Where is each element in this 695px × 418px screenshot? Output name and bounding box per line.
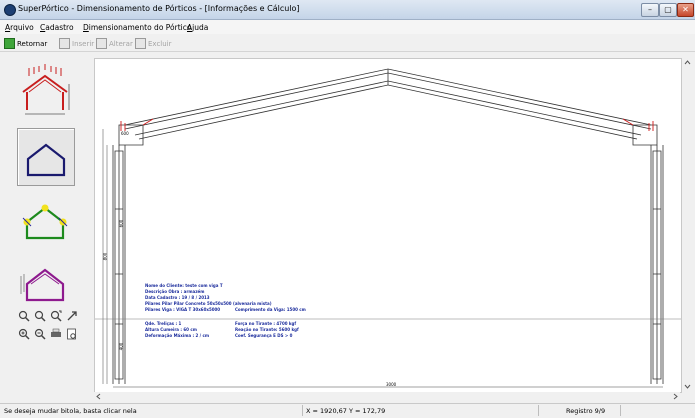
print-preview-icon[interactable] [66, 328, 78, 340]
retornar-button[interactable]: Retornar [4, 38, 47, 49]
info-line: Data Cadastro : 19 / 8 / 2013 [145, 295, 210, 300]
drawing-canvas[interactable]: 600 800 400 3000 600 Nome do Cliente: te… [94, 58, 682, 393]
excluir-label: Excluir [148, 39, 172, 48]
frame-loads-icon [20, 268, 65, 302]
left-mark: 600 [121, 131, 129, 136]
horizontal-scrollbar[interactable] [94, 392, 680, 401]
zoom-plus-icon[interactable] [18, 328, 30, 340]
retornar-label: Retornar [17, 39, 48, 48]
window-title: SuperPórtico - Dimensionamento de Pórtic… [18, 4, 300, 13]
frame-outline-icon [26, 143, 66, 177]
title-bar: SuperPórtico - Dimensionamento de Pórtic… [0, 0, 695, 20]
zoom-in-icon[interactable] [34, 310, 46, 322]
thumb-roof-loads[interactable] [17, 62, 73, 118]
zoom-window-icon[interactable] [50, 310, 62, 322]
edit-icon [96, 38, 107, 49]
insert-icon [59, 38, 70, 49]
info-line: Pilares Pilar Pilar Concreto 50x50x500 (… [145, 301, 272, 306]
alterar-label: Alterar [109, 39, 133, 48]
status-bar: Se deseja mudar bitola, basta clicar nel… [0, 403, 695, 418]
zoom-fit-icon[interactable] [18, 310, 30, 322]
menu-bar: Arquivo Cadastro Dimensionamento do Pórt… [0, 20, 695, 34]
vertical-scrollbar[interactable] [682, 58, 693, 391]
status-divider [302, 405, 303, 416]
zoom-minus-icon[interactable] [34, 328, 46, 340]
info-line: Coef. Segurança E DS > 0 [235, 333, 293, 338]
info-line: Força no Tirante : 4700 kgf [235, 321, 297, 326]
status-record: Registro 9/9 [566, 407, 606, 415]
thumb-frame-loads[interactable] [17, 254, 73, 310]
return-icon [4, 38, 15, 49]
alterar-button[interactable]: Alterar [96, 38, 133, 49]
status-divider [620, 405, 621, 416]
roof-load-icon [22, 64, 70, 115]
frame-supports-icon [22, 204, 68, 240]
column-height-total: 800 [102, 252, 108, 261]
info-line: Altura Cumeira : 60 cm [145, 327, 197, 332]
print-icon[interactable] [50, 328, 62, 340]
status-coords: X = 1920,67 Y = 172,79 [306, 407, 386, 415]
comprimento-viga: Comprimento da Viga: 1500 cm [235, 307, 306, 312]
info-line: Descrição Obra : armazém [145, 289, 205, 294]
app-icon [4, 4, 16, 16]
info-line: Reação no Tirante: 5600 kgf [235, 327, 299, 332]
menu-cadastro[interactable]: Cadastro [40, 23, 74, 32]
inserir-label: Inserir [72, 39, 95, 48]
toolbar: Retornar Inserir Alterar Excluir [0, 35, 695, 52]
column-height-upper: 600 [118, 219, 124, 228]
inserir-button[interactable]: Inserir [59, 38, 94, 49]
left-panel [8, 58, 82, 390]
delete-icon [135, 38, 146, 49]
status-hint: Se deseja mudar bitola, basta clicar nel… [4, 407, 137, 415]
menu-arquivo[interactable]: Arquivo [5, 23, 34, 32]
info-line: Nome do Cliente: teste com viga T [145, 283, 223, 288]
close-button[interactable]: ✕ [677, 3, 694, 17]
maximize-button[interactable]: ▢ [659, 3, 677, 17]
menu-ajuda[interactable]: Ajuda [187, 23, 208, 32]
frame-drawing [95, 68, 681, 388]
column-height-lower: 400 [118, 342, 124, 351]
info-line: Pilares Viga : VIGA T 30x60x5000 [145, 307, 221, 312]
excluir-button[interactable]: Excluir [135, 38, 172, 49]
info-line: Deformação Máxima : 2 / cm [145, 333, 210, 338]
status-divider [538, 405, 539, 416]
thumb-frame-supports[interactable] [17, 192, 73, 248]
thumb-frame-outline[interactable] [17, 128, 75, 186]
pan-icon[interactable] [66, 310, 78, 322]
minimize-button[interactable]: – [641, 3, 659, 17]
info-line: Qde. Treliças : 1 [145, 321, 182, 326]
scroll-arrows-h-icon [96, 393, 678, 400]
menu-dimensionamento[interactable]: Dimensionamento do Pórtico [83, 23, 191, 32]
scroll-arrows-icon [684, 60, 691, 389]
span-dimension: 3000 [386, 382, 397, 387]
